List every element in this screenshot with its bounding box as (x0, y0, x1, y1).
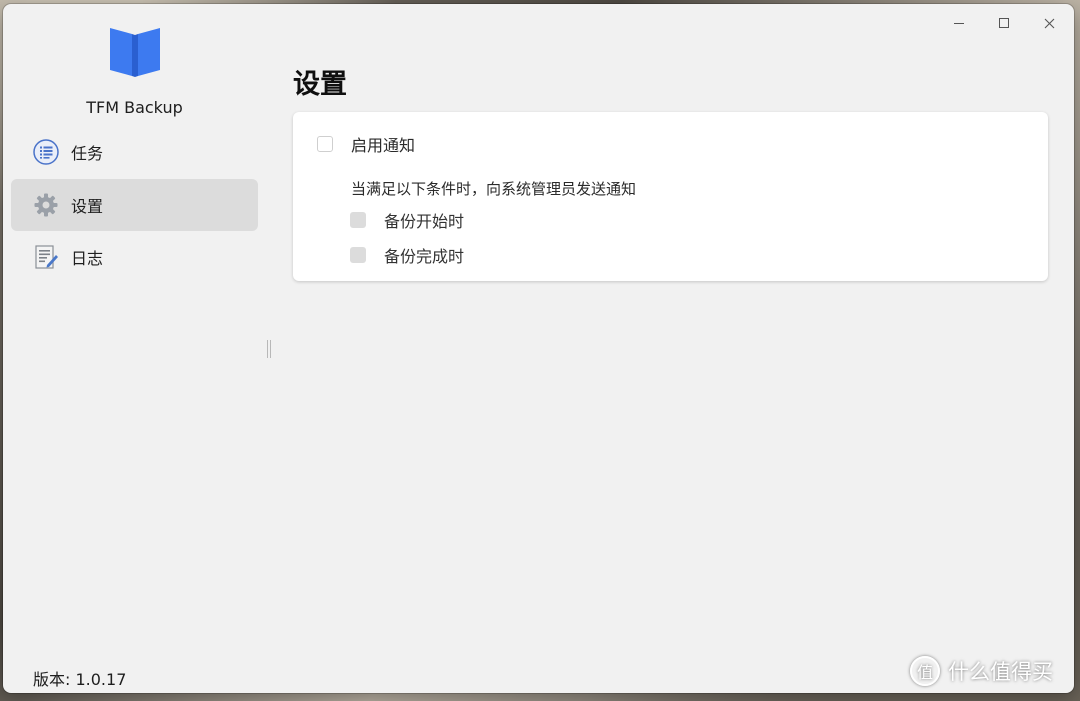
sidebar-item-tasks[interactable]: 任务 (11, 126, 258, 178)
maximize-button[interactable] (982, 8, 1026, 38)
backup-finish-option[interactable]: 备份完成时 (350, 243, 464, 267)
minimize-icon (954, 22, 964, 24)
sidebar-resize-handle[interactable] (267, 340, 271, 358)
notification-description: 当满足以下条件时，向系统管理员发送通知 (351, 180, 637, 198)
sidebar-item-label: 设置 (71, 197, 104, 216)
minimize-button[interactable] (937, 8, 981, 38)
backup-start-label: 备份开始时 (384, 212, 465, 231)
sidebar-item-label: 日志 (71, 249, 104, 268)
backup-finish-checkbox[interactable] (350, 247, 366, 263)
enable-notification-checkbox[interactable] (317, 136, 333, 152)
log-document-icon (33, 244, 59, 270)
enable-notification-option[interactable]: 启用通知 (317, 132, 415, 156)
app-logo-icon (110, 28, 160, 77)
backup-start-option[interactable]: 备份开始时 (350, 208, 464, 232)
sidebar-item-label: 任务 (71, 144, 104, 163)
backup-start-checkbox[interactable] (350, 212, 366, 228)
page-title: 设置 (293, 69, 347, 100)
app-window: TFM Backup 任务 设置 日志 版本: 1.0.17 设置 启用通知 当… (3, 4, 1074, 693)
enable-notification-label: 启用通知 (351, 136, 416, 155)
gear-icon (33, 192, 59, 218)
sidebar: TFM Backup 任务 设置 日志 版本: 1.0.17 (3, 4, 268, 693)
maximize-icon (999, 18, 1009, 28)
close-icon (1044, 18, 1054, 28)
app-name: TFM Backup (86, 98, 183, 117)
backup-finish-label: 备份完成时 (384, 247, 465, 266)
close-button[interactable] (1027, 8, 1071, 38)
tasks-list-icon (33, 139, 59, 165)
version-label: 版本: 1.0.17 (33, 670, 127, 689)
notification-settings-card: 启用通知 当满足以下条件时，向系统管理员发送通知 备份开始时 备份完成时 (293, 112, 1048, 281)
sidebar-item-logs[interactable]: 日志 (11, 231, 258, 283)
sidebar-item-settings[interactable]: 设置 (11, 179, 258, 231)
